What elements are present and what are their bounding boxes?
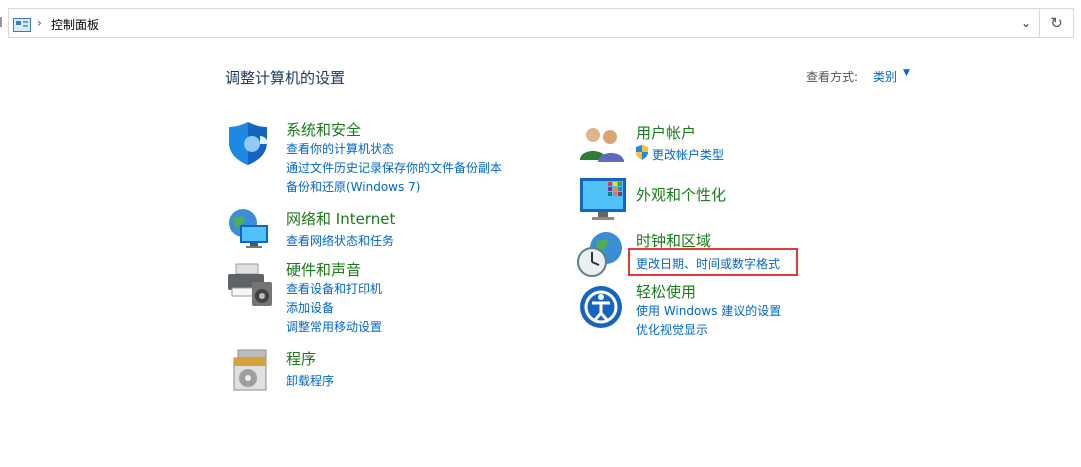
ease-of-access-icon[interactable] bbox=[578, 284, 624, 330]
monitor-color-icon[interactable] bbox=[578, 176, 628, 222]
category-title-system-security[interactable]: 系统和安全 bbox=[286, 119, 361, 140]
link-windows-recommended-settings[interactable]: 使用 Windows 建议的设置 bbox=[636, 302, 781, 319]
users-icon[interactable] bbox=[578, 124, 626, 164]
address-bar[interactable]: › 控制面板 ⌄ bbox=[8, 8, 1040, 38]
category-title-network[interactable]: 网络和 Internet bbox=[286, 208, 395, 229]
view-by-label: 查看方式: bbox=[806, 70, 859, 84]
refresh-button[interactable]: ↻ bbox=[1040, 8, 1074, 38]
category-title-programs[interactable]: 程序 bbox=[286, 348, 316, 369]
link-network-status[interactable]: 查看网络状态和任务 bbox=[286, 232, 394, 249]
chevron-down-icon[interactable]: ⌄ bbox=[1021, 16, 1031, 30]
page-title: 调整计算机的设置 bbox=[225, 69, 346, 87]
link-add-device[interactable]: 添加设备 bbox=[286, 299, 334, 316]
link-change-account-type[interactable]: 更改帐户类型 bbox=[652, 146, 724, 163]
category-title-hardware-sound[interactable]: 硬件和声音 bbox=[286, 259, 361, 280]
link-devices-printers[interactable]: 查看设备和打印机 bbox=[286, 280, 382, 297]
left-edge-marker bbox=[0, 17, 2, 27]
link-uninstall-program[interactable]: 卸载程序 bbox=[286, 372, 334, 389]
highlight-box bbox=[628, 248, 798, 276]
breadcrumb-separator[interactable]: › bbox=[37, 16, 42, 30]
network-globe-icon[interactable] bbox=[226, 207, 274, 249]
printer-speaker-icon[interactable] bbox=[226, 262, 274, 308]
category-title-ease-of-access[interactable]: 轻松使用 bbox=[636, 281, 696, 302]
category-title-user-accounts[interactable]: 用户帐户 bbox=[636, 122, 696, 143]
link-backup-restore[interactable]: 备份和还原(Windows 7) bbox=[286, 178, 420, 195]
clock-globe-icon[interactable] bbox=[576, 230, 626, 278]
link-file-history-backup[interactable]: 通过文件历史记录保存你的文件备份副本 bbox=[286, 159, 502, 176]
link-mobility-settings[interactable]: 调整常用移动设置 bbox=[286, 318, 382, 335]
dropdown-arrow-icon[interactable]: ▼ bbox=[903, 68, 910, 78]
link-optimize-visual-display[interactable]: 优化视觉显示 bbox=[636, 321, 708, 338]
link-view-computer-status[interactable]: 查看你的计算机状态 bbox=[286, 140, 394, 157]
shield-icon[interactable] bbox=[226, 120, 274, 166]
control-panel-icon bbox=[13, 18, 31, 32]
view-by-dropdown[interactable]: 类别 bbox=[873, 68, 897, 85]
programs-icon[interactable] bbox=[230, 348, 270, 392]
category-title-appearance[interactable]: 外观和个性化 bbox=[636, 184, 726, 205]
uac-shield-icon bbox=[636, 145, 648, 160]
breadcrumb-control-panel[interactable]: 控制面板 bbox=[51, 16, 99, 33]
